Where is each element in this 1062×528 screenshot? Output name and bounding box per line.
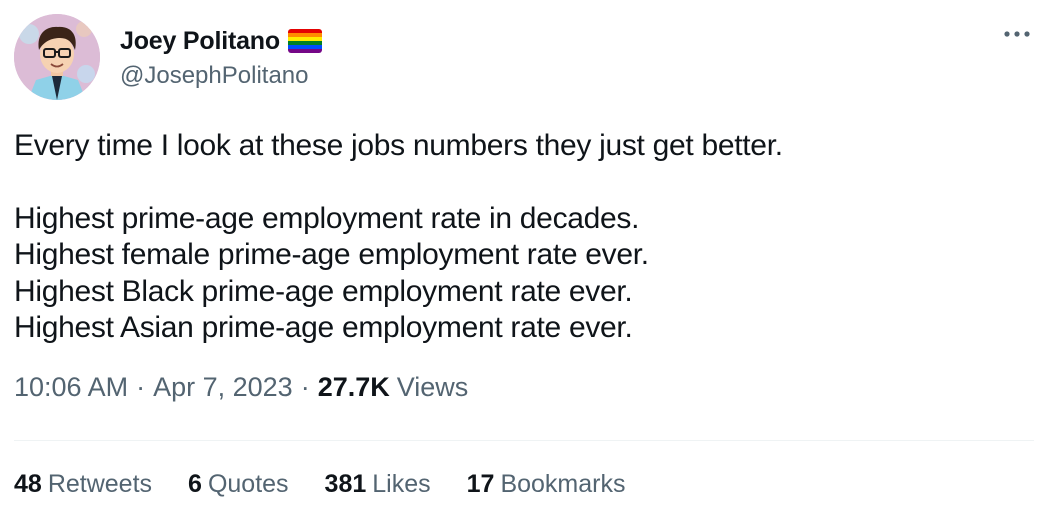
quotes-stat[interactable]: 6 Quotes bbox=[188, 470, 289, 499]
tweet-time[interactable]: 10:06 AM bbox=[14, 372, 128, 403]
bookmarks-count: 17 bbox=[466, 470, 495, 498]
more-options-icon[interactable] bbox=[1002, 22, 1032, 46]
tweet-text-line: Highest prime-age employment rate in dec… bbox=[14, 201, 640, 235]
bookmarks-label: Bookmarks bbox=[500, 470, 626, 498]
rainbow-flag-icon bbox=[287, 29, 322, 53]
tweet-date[interactable]: Apr 7, 2023 bbox=[153, 372, 293, 403]
tweet-text-line: Every time I look at these jobs numbers … bbox=[14, 129, 783, 162]
tweet-text-line: Highest female prime-age employment rate… bbox=[14, 238, 649, 271]
author-info: Joey Politano @JosephPolitano bbox=[120, 24, 322, 90]
likes-label: Likes bbox=[372, 470, 431, 498]
retweets-stat[interactable]: 48 Retweets bbox=[14, 470, 152, 499]
retweets-label: Retweets bbox=[47, 470, 153, 498]
retweets-count: 48 bbox=[14, 470, 42, 498]
user-handle[interactable]: @JosephPolitano bbox=[120, 62, 322, 90]
views-count[interactable]: 27.7K bbox=[318, 372, 390, 403]
tweet-text-line: Highest Black prime-age employment rate … bbox=[14, 274, 633, 308]
avatar-illustration-icon bbox=[14, 14, 100, 100]
likes-count: 381 bbox=[324, 470, 367, 498]
name-row: Joey Politano bbox=[120, 24, 322, 58]
divider bbox=[14, 440, 1034, 441]
tweet-meta: 10:06 AM · Apr 7, 2023 · 27.7K Views bbox=[14, 372, 468, 403]
quotes-count: 6 bbox=[188, 470, 202, 498]
display-name[interactable]: Joey Politano bbox=[120, 27, 280, 56]
views-label[interactable]: Views bbox=[397, 372, 469, 403]
likes-stat[interactable]: 381 Likes bbox=[325, 470, 431, 499]
quotes-label: Quotes bbox=[207, 470, 289, 498]
tweet-text: Every time I look at these jobs numbers … bbox=[14, 128, 1034, 347]
tweet-card: Joey Politano @JosephPolitano Every time… bbox=[0, 0, 1062, 528]
tweet-header: Joey Politano @JosephPolitano bbox=[14, 14, 322, 100]
bookmarks-stat[interactable]: 17 Bookmarks bbox=[467, 470, 626, 499]
meta-separator: · bbox=[300, 372, 310, 402]
avatar[interactable] bbox=[14, 14, 100, 100]
engagement-stats: 48 Retweets 6 Quotes 381 Likes 17 Bookmarks bbox=[14, 470, 662, 499]
meta-separator: · bbox=[136, 372, 146, 402]
tweet-text-line: Highest Asian prime-age employment rate … bbox=[14, 311, 633, 344]
